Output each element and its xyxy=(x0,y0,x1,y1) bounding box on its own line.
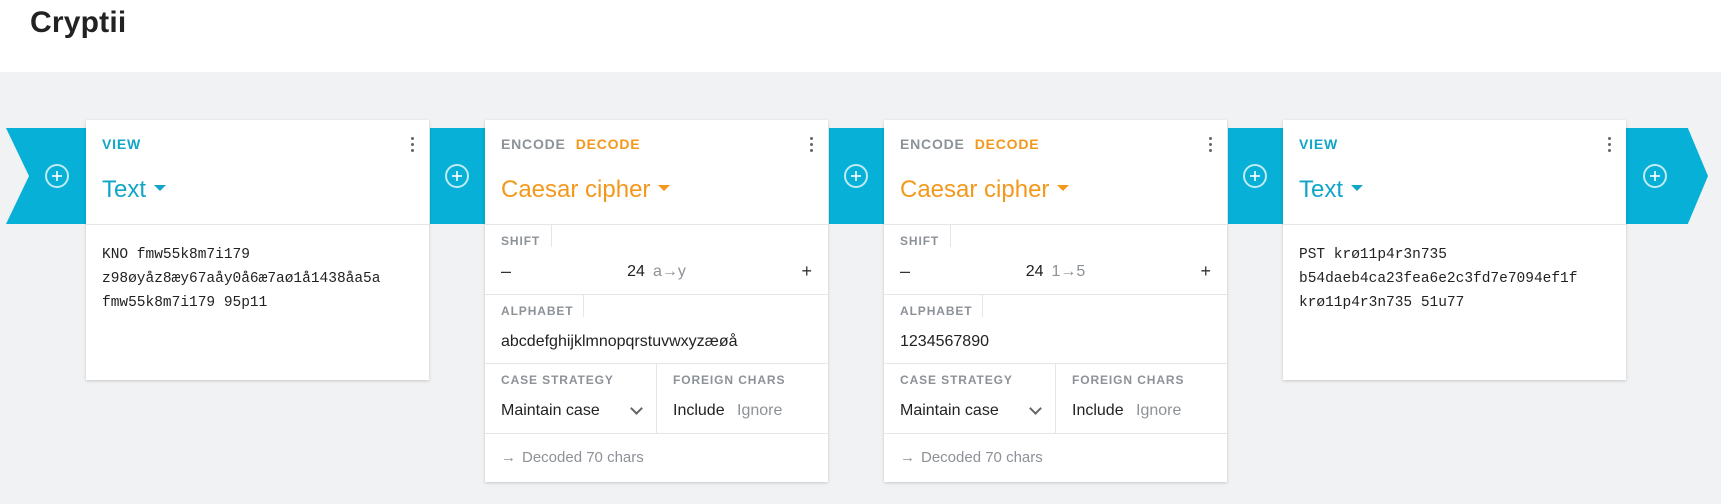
shift-value-input[interactable]: 24 a→y xyxy=(485,263,828,281)
caret-down-icon xyxy=(1057,184,1070,191)
caret-down-icon xyxy=(658,184,671,191)
decode-toggle[interactable]: DECODE xyxy=(975,136,1040,152)
encoder-select[interactable]: Caesar cipher xyxy=(900,176,1070,204)
shift-number: 24 xyxy=(627,263,645,280)
shift-mapping: a→y xyxy=(652,263,686,280)
text-line: krø11p4r3n735 51u77 xyxy=(1299,295,1465,311)
arrow-right-icon: → xyxy=(900,449,915,466)
encoder-title: Caesar cipher xyxy=(900,176,1050,203)
encoder-card-caesar-2: ENCODE DECODE Caesar cipher SHIFT – 24 1→5… xyxy=(884,120,1227,482)
alphabet-label: ALPHABET xyxy=(501,304,574,318)
add-brick-button[interactable] xyxy=(1643,164,1667,188)
foreign-include-option[interactable]: Include xyxy=(673,402,725,420)
view-card-output: VIEW Text PST krø11p4r3n735 b54daeb4ca23… xyxy=(1283,120,1626,380)
more-vertical-icon[interactable] xyxy=(411,137,415,155)
case-strategy-label: CASE STRATEGY xyxy=(501,373,614,387)
shift-field: SHIFT – 24 a→y + xyxy=(485,225,828,295)
add-brick-button[interactable] xyxy=(844,164,868,188)
shift-value-input[interactable]: 24 1→5 xyxy=(884,263,1227,281)
encoder-card-caesar-1: ENCODE DECODE Caesar cipher SHIFT – 24 a→y… xyxy=(485,120,828,482)
foreign-ignore-option[interactable]: Ignore xyxy=(1136,402,1181,420)
app-title: Cryptii xyxy=(30,6,127,39)
add-brick-button[interactable] xyxy=(1243,164,1267,188)
text-content[interactable]: PST krø11p4r3n735 b54daeb4ca23fea6e2c3fd… xyxy=(1283,225,1626,380)
case-strategy-select[interactable]: Maintain case xyxy=(900,402,1042,420)
card-header: VIEW Text xyxy=(1283,120,1626,225)
viewer-select[interactable]: Text xyxy=(102,176,167,204)
case-strategy-value: Maintain case xyxy=(900,402,999,419)
case-strategy-label: CASE STRATEGY xyxy=(900,373,1013,387)
alphabet-input[interactable]: abcdefghijklmnopqrstuvwxyzæøå xyxy=(501,333,738,351)
viewer-select[interactable]: Text xyxy=(1299,176,1364,204)
add-brick-button[interactable] xyxy=(445,164,469,188)
decode-toggle[interactable]: DECODE xyxy=(576,136,641,152)
view-label: VIEW xyxy=(1299,136,1338,152)
view-card-input: VIEW Text KNO fmw55k8m7i179 z98øyåz8æy67… xyxy=(86,120,429,380)
text-line: KNO fmw55k8m7i179 xyxy=(102,247,250,263)
more-vertical-icon[interactable] xyxy=(1608,137,1612,155)
encoder-title: Caesar cipher xyxy=(501,176,651,203)
card-header: ENCODE DECODE Caesar cipher xyxy=(884,120,1227,225)
shift-increment-button[interactable]: + xyxy=(1200,261,1211,282)
shift-number: 24 xyxy=(1025,263,1044,280)
chevron-down-icon xyxy=(1029,402,1042,415)
text-line: z98øyåz8æy67aåy0å6æ7aø1å1438åa5a xyxy=(102,271,381,287)
view-label: VIEW xyxy=(102,136,141,152)
viewer-title: Text xyxy=(102,176,147,203)
app-header: Cryptii xyxy=(0,0,1721,72)
more-vertical-icon[interactable] xyxy=(810,137,814,155)
caret-down-icon xyxy=(1351,184,1364,191)
alphabet-input[interactable]: 1234567890 xyxy=(900,333,989,351)
text-line: b54daeb4ca23fea6e2c3fd7e7094ef1f xyxy=(1299,271,1578,287)
foreign-chars-label: FOREIGN CHARS xyxy=(673,373,786,387)
foreign-ignore-option[interactable]: Ignore xyxy=(737,402,782,420)
chevron-down-icon xyxy=(630,402,643,415)
card-header: ENCODE DECODE Caesar cipher xyxy=(485,120,828,225)
alphabet-field[interactable]: ALPHABET abcdefghijklmnopqrstuvwxyzæøå xyxy=(485,295,828,364)
shift-mapping: 1→5 xyxy=(1051,263,1086,280)
status-text: Decoded 70 chars xyxy=(921,449,1043,466)
arrow-right-icon: → xyxy=(501,449,516,466)
text-content[interactable]: KNO fmw55k8m7i179 z98øyåz8æy67aåy0å6æ7aø… xyxy=(86,225,429,380)
caret-down-icon xyxy=(154,184,167,191)
shift-label: SHIFT xyxy=(900,234,940,248)
text-line: fmw55k8m7i179 95p11 xyxy=(102,295,268,311)
alphabet-label: ALPHABET xyxy=(900,304,973,318)
case-strategy-value: Maintain case xyxy=(501,402,600,419)
encoder-select[interactable]: Caesar cipher xyxy=(501,176,671,204)
alphabet-field[interactable]: ALPHABET 1234567890 xyxy=(884,295,1227,364)
more-vertical-icon[interactable] xyxy=(1209,137,1213,155)
options-row: CASE STRATEGY Maintain case FOREIGN CHAR… xyxy=(884,364,1227,434)
viewer-title: Text xyxy=(1299,176,1344,203)
status-row: → Decoded 70 chars xyxy=(485,434,828,482)
shift-field: SHIFT – 24 1→5 + xyxy=(884,225,1227,295)
shift-increment-button[interactable]: + xyxy=(801,261,812,282)
encode-toggle[interactable]: ENCODE xyxy=(900,136,965,152)
status-text: Decoded 70 chars xyxy=(522,449,644,466)
case-strategy-select[interactable]: Maintain case xyxy=(501,402,643,420)
encode-toggle[interactable]: ENCODE xyxy=(501,136,566,152)
text-line: PST krø11p4r3n735 xyxy=(1299,247,1447,263)
foreign-include-option[interactable]: Include xyxy=(1072,402,1124,420)
status-row: → Decoded 70 chars xyxy=(884,434,1227,482)
options-row: CASE STRATEGY Maintain case FOREIGN CHAR… xyxy=(485,364,828,434)
card-header: VIEW Text xyxy=(86,120,429,225)
shift-label: SHIFT xyxy=(501,234,541,248)
foreign-chars-label: FOREIGN CHARS xyxy=(1072,373,1185,387)
add-brick-button[interactable] xyxy=(45,164,69,188)
